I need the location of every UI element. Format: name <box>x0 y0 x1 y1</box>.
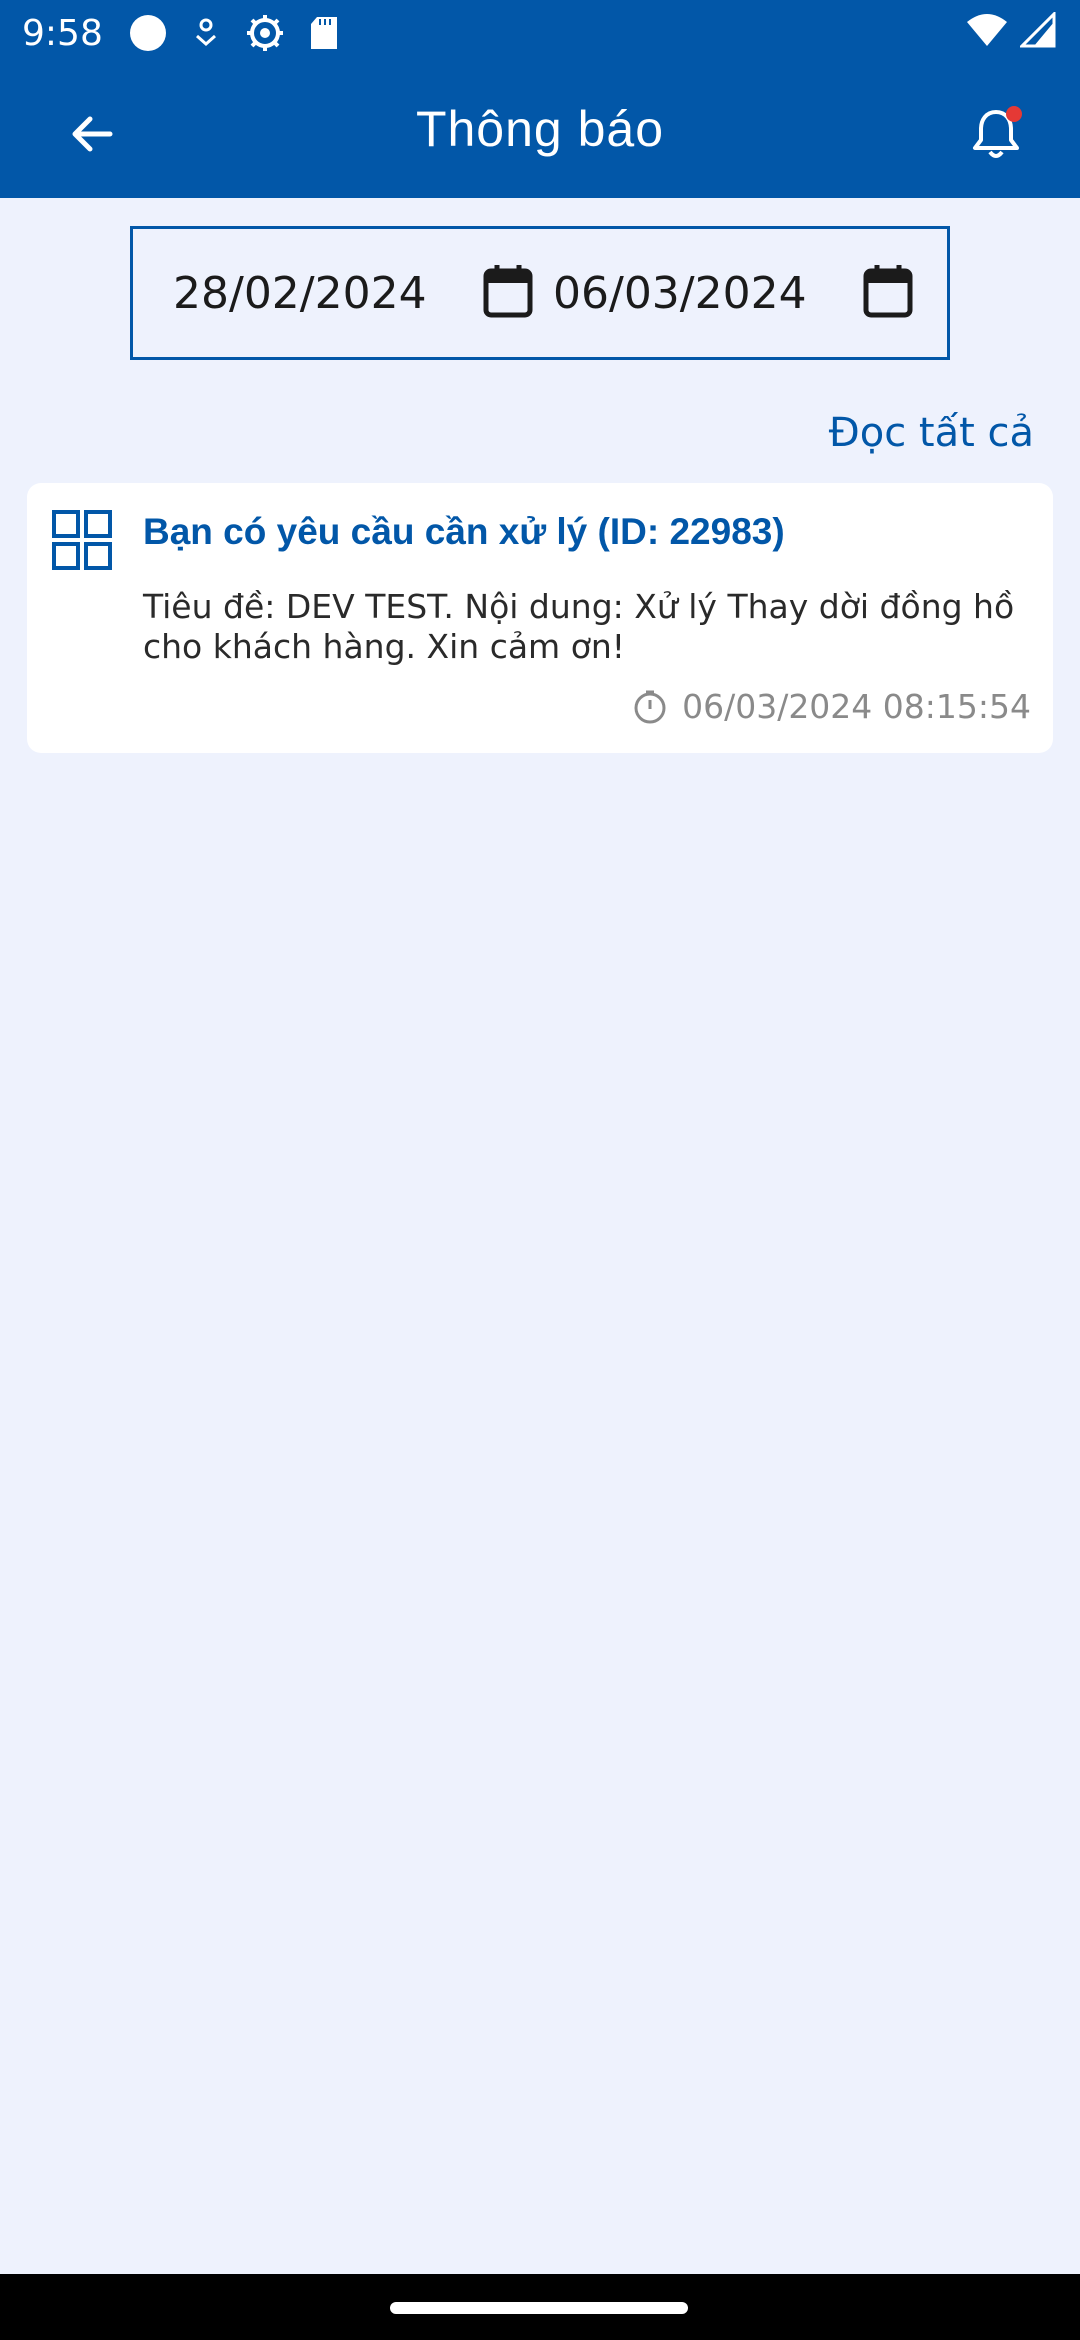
status-time: 9:58 <box>22 12 103 54</box>
page-title: Thông báo <box>415 101 665 157</box>
from-date-field[interactable]: 28/02/2024 <box>173 229 533 357</box>
notification-time: 06/03/2024 08:15:54 <box>632 687 1031 726</box>
notification-title: Bạn có yêu cầu cần xử lý (ID: 22983) <box>143 511 785 552</box>
signal-icon <box>1020 12 1056 48</box>
app-bar: Thông báo <box>0 66 1080 198</box>
grid-icon <box>52 510 112 570</box>
unread-badge <box>1006 106 1022 122</box>
clock-icon <box>634 690 666 723</box>
notification-button[interactable] <box>964 102 1028 166</box>
location-download-icon <box>195 18 216 47</box>
to-date-field[interactable]: 06/03/2024 <box>553 229 933 357</box>
status-bar: 9:58 <box>0 0 1080 66</box>
status-icons-right <box>966 12 1056 48</box>
to-date-value: 06/03/2024 <box>553 267 807 319</box>
status-icons-left <box>129 13 339 53</box>
notification-card[interactable]: Bạn có yêu cầu cần xử lý (ID: 22983) Tiê… <box>27 483 1053 753</box>
circle-icon <box>129 15 166 51</box>
read-all-link[interactable]: Đọc tất cả <box>829 410 1034 456</box>
notification-timestamp: 06/03/2024 08:15:54 <box>682 687 1031 726</box>
settings-icon <box>246 15 283 51</box>
date-range-picker: 28/02/2024 06/03/2024 <box>130 226 950 360</box>
sd-card-icon <box>310 17 337 49</box>
system-nav-bar <box>0 2274 1080 2340</box>
home-indicator[interactable] <box>390 2302 688 2314</box>
calendar-icon[interactable] <box>863 263 913 319</box>
calendar-icon[interactable] <box>483 263 533 319</box>
wifi-icon <box>967 14 1007 46</box>
notification-body: Tiêu đề: DEV TEST. Nội dung: Xử lý Thay … <box>143 587 1015 666</box>
from-date-value: 28/02/2024 <box>173 267 427 319</box>
